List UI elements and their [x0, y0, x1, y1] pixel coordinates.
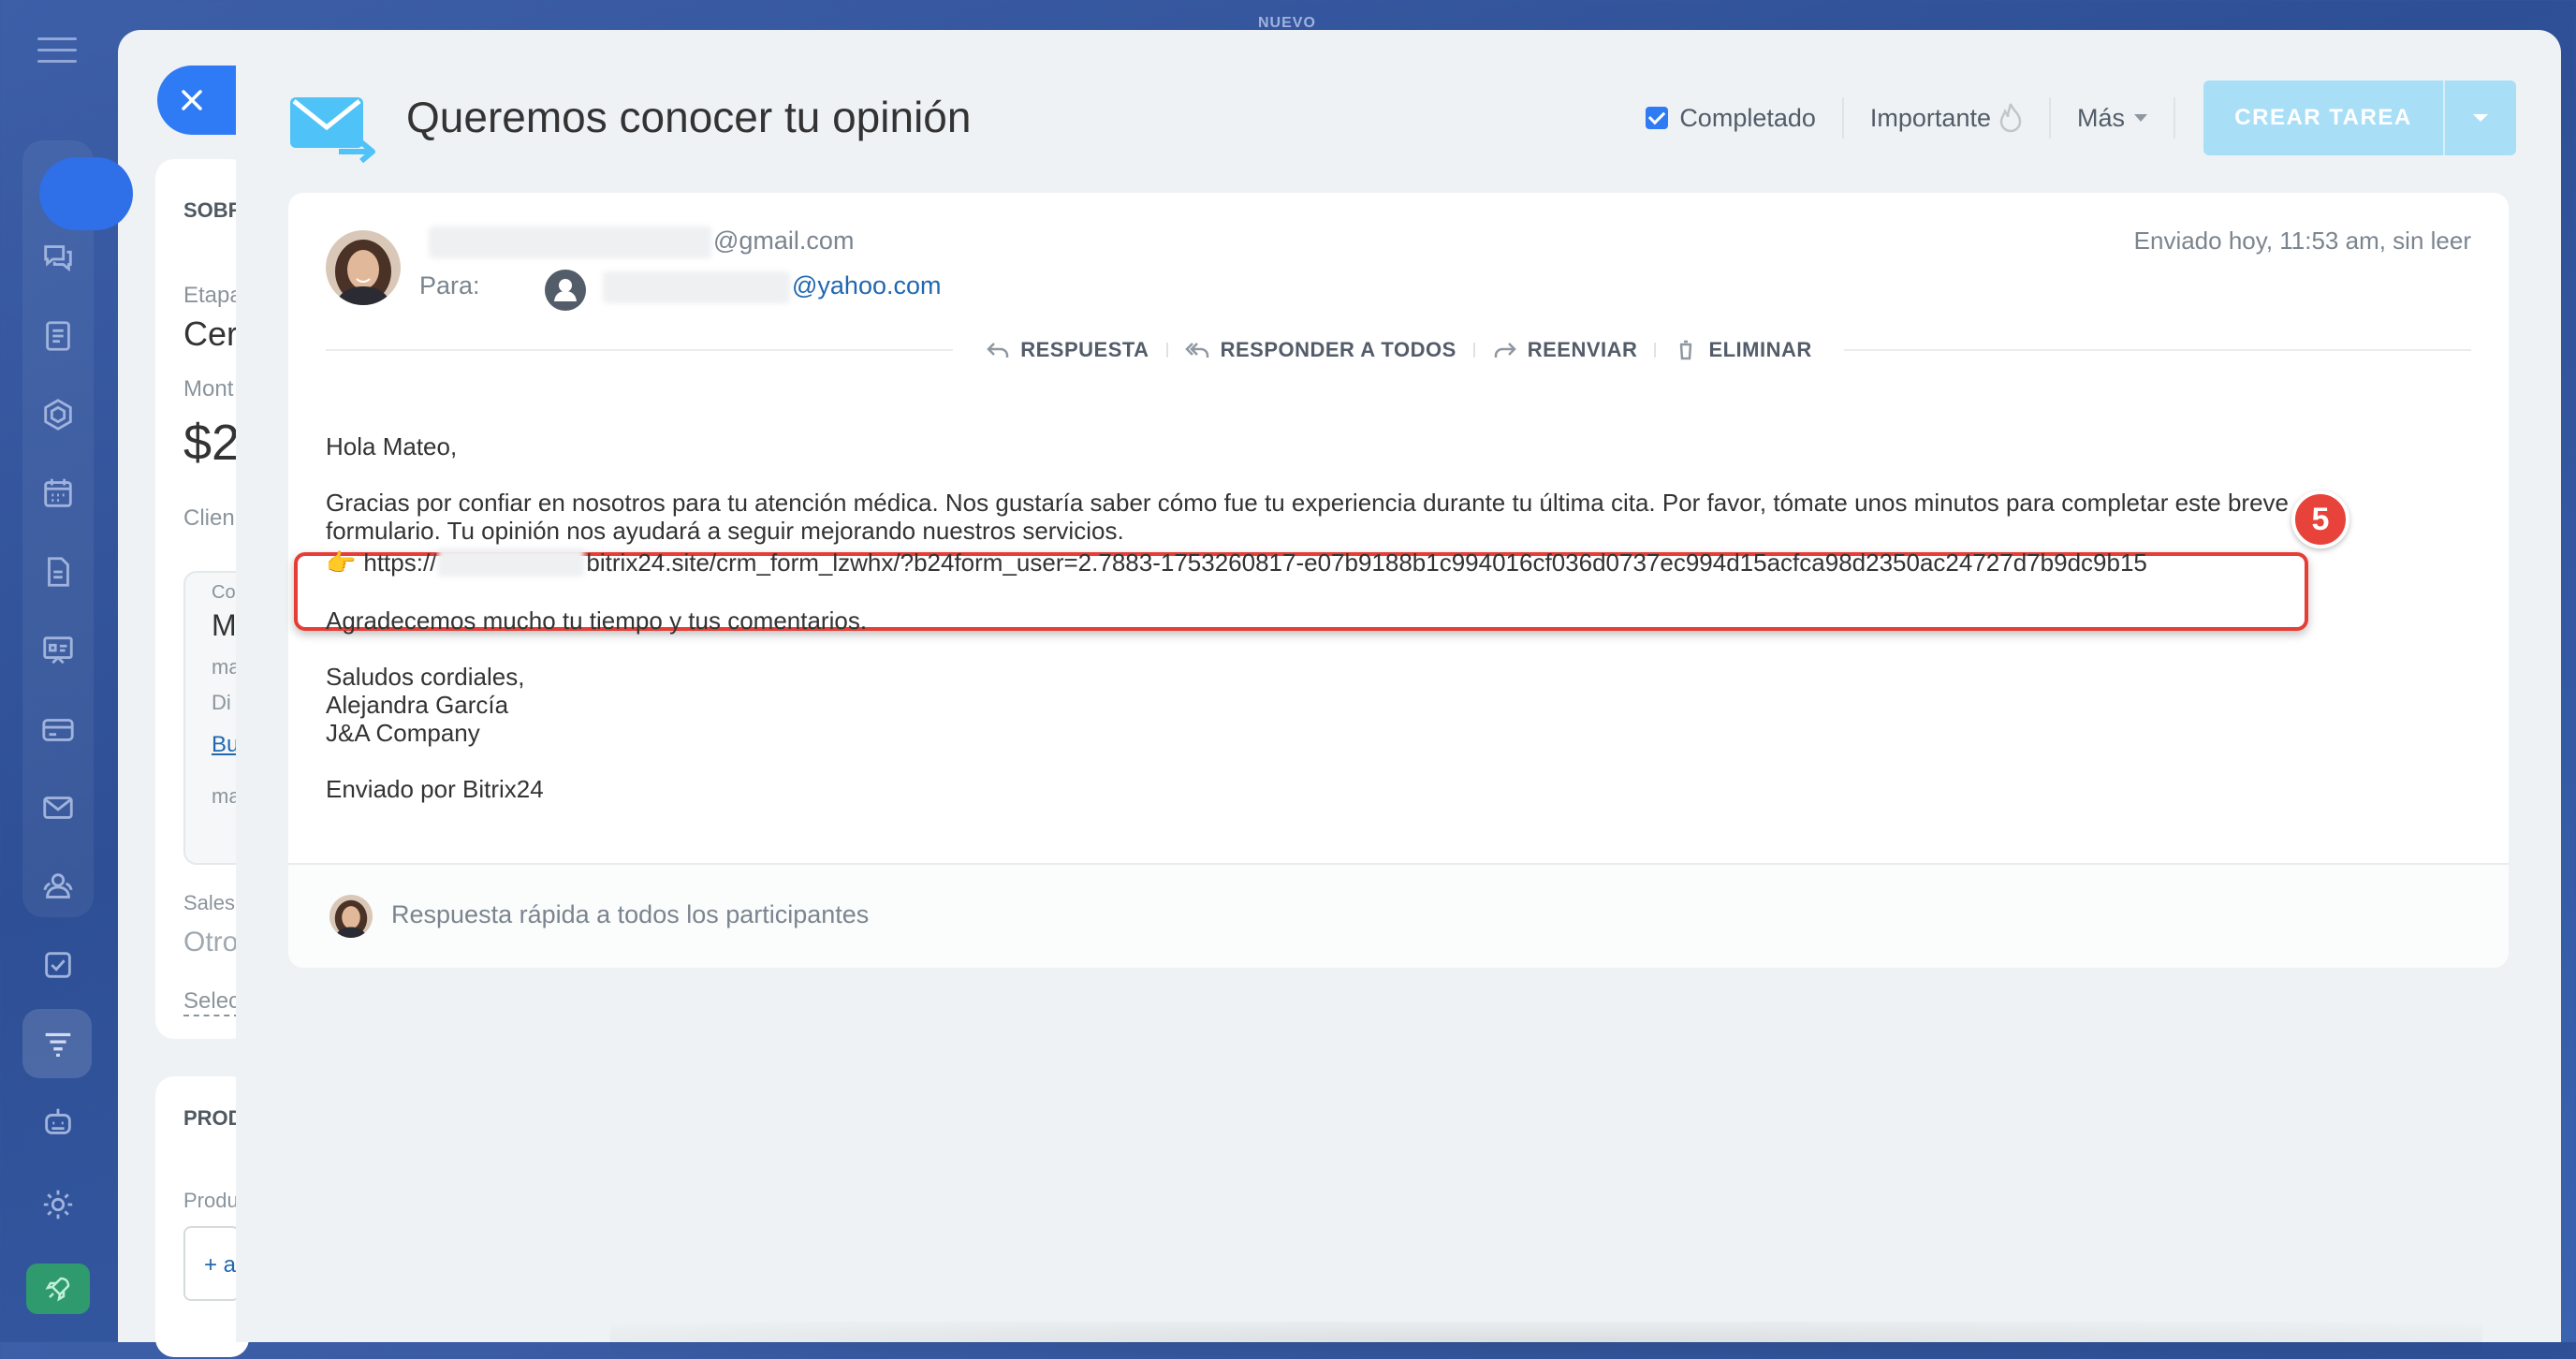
pointing-hand-icon: 👉: [326, 548, 357, 577]
more-label: Más: [2076, 103, 2125, 132]
crm-select-link[interactable]: Selec: [183, 988, 241, 1016]
trash-icon: [1680, 340, 1692, 360]
chevron-down-icon: [2134, 114, 2147, 122]
page-title: Queremos conocer tu opinión: [406, 93, 972, 141]
mail-icon[interactable]: [0, 775, 116, 840]
crm-sales-label: Sales: [183, 891, 236, 914]
email-thanks: Agradecemos mucho tu tiempo y tus coment…: [326, 606, 868, 635]
crm-section-products: PROD: [183, 1106, 243, 1130]
email-closing: Saludos cordiales,: [326, 663, 525, 691]
crm-amount-value: $2: [183, 415, 241, 471]
card-icon[interactable]: [0, 696, 116, 762]
funnel-icon[interactable]: [0, 1009, 116, 1078]
crm-stage-label: Etapa: [183, 283, 242, 308]
crm-contact-link[interactable]: Bu: [212, 732, 239, 758]
form-link-blurred: [438, 548, 585, 577]
email-card: @gmail.com Para: @yahoo.com Enviado hoy,…: [288, 193, 2509, 968]
menu-icon[interactable]: [37, 37, 77, 66]
delete-label: ELIMINAR: [1708, 338, 1812, 361]
create-task-menu-button[interactable]: [2443, 80, 2516, 155]
close-icon: [182, 90, 202, 110]
recipient-user-icon: [545, 270, 586, 311]
rocket-icon[interactable]: [26, 1264, 90, 1314]
quick-reply-placeholder: Respuesta rápida a todos los participant…: [391, 900, 870, 928]
email-greeting: Hola Mateo,: [326, 432, 458, 460]
important-toggle[interactable]: Importante: [1844, 102, 2049, 134]
crm-contact-line2: Di: [212, 691, 231, 714]
important-label: Importante: [1869, 103, 1991, 132]
create-task-button[interactable]: CREAR TAREA: [2203, 80, 2443, 155]
robot-icon[interactable]: [0, 1089, 116, 1155]
reply-all-label: RESPONDER A TODOS: [1220, 338, 1456, 361]
chat-icon[interactable]: [0, 225, 116, 290]
crm-client-label: Clien: [183, 505, 235, 531]
email-outgoing-icon: [290, 97, 375, 164]
email-action-bar: RESPUESTA RESPONDER A TODOS REENVIAR ELI…: [326, 331, 2471, 369]
gear-icon[interactable]: [0, 1172, 116, 1237]
recipient-email-blurred: [603, 271, 790, 303]
forward-button[interactable]: REENVIAR: [1475, 338, 1655, 362]
background-close-button[interactable]: [39, 157, 133, 230]
calendar-icon[interactable]: [0, 460, 116, 526]
forward-icon: [1494, 343, 1516, 358]
forward-label: REENVIAR: [1527, 338, 1638, 361]
create-task-split-button: CREAR TAREA: [2203, 80, 2516, 155]
document-icon[interactable]: [0, 303, 116, 369]
checkbox-checked-icon: [1646, 107, 1669, 129]
crm-product-label: Produ: [183, 1189, 239, 1212]
chevron-down-icon: [2473, 114, 2488, 122]
completed-checkbox[interactable]: Completado: [1646, 104, 1842, 133]
crm-add-product[interactable]: + a: [183, 1226, 240, 1301]
divider: [1843, 349, 2471, 351]
more-dropdown[interactable]: Más: [2051, 104, 2174, 133]
email-actions: RESPUESTA RESPONDER A TODOS REENVIAR ELI…: [953, 338, 1844, 362]
crm-contact-label: Co: [212, 582, 236, 603]
crm-sales-value: Otro: [183, 927, 239, 957]
crm-contact-name: M: [212, 608, 237, 642]
checkbox-icon[interactable]: [0, 932, 116, 998]
reply-button[interactable]: RESPUESTA: [968, 338, 1165, 362]
form-link-url: bitrix24.site/crm_form_lzwhx/?b24form_us…: [586, 548, 2147, 577]
recipient-email-link[interactable]: @yahoo.com: [792, 271, 941, 300]
file-icon[interactable]: [0, 539, 116, 605]
reply-icon: [987, 343, 1009, 358]
recipient-label: Para:: [419, 271, 480, 300]
quick-reply-area[interactable]: Respuesta rápida a todos los participant…: [288, 863, 2509, 968]
form-link[interactable]: 👉 https:// bitrix24.site/crm_form_lzwhx/…: [326, 548, 2147, 577]
reply-label: RESPUESTA: [1020, 338, 1149, 361]
hexagon-icon[interactable]: [0, 382, 116, 447]
email-paragraph-line2: formulario. Tu opinión nos ayudará a seg…: [326, 517, 1124, 545]
email-paragraph-line1: Gracias por confiar en nosotros para tu …: [326, 489, 2289, 517]
email-footer: Enviado por Bitrix24: [326, 775, 544, 803]
divider: [326, 349, 954, 351]
email-slider: Queremos conocer tu opinión Completado I…: [236, 30, 2561, 1359]
header-controls: Completado Importante Más CREAR TAREA: [1646, 80, 2516, 155]
flame-icon: [1999, 103, 2022, 133]
email-company: J&A Company: [326, 719, 480, 747]
presentation-icon[interactable]: [0, 618, 116, 683]
sent-status: Enviado hoy, 11:53 am, sin leer: [2133, 226, 2471, 255]
completed-label: Completado: [1679, 103, 1816, 132]
step-badge: 5: [2291, 490, 2349, 548]
form-link-prefix: https://: [363, 548, 437, 577]
sender-email-blurred: [429, 226, 711, 258]
reply-all-button[interactable]: RESPONDER A TODOS: [1168, 338, 1473, 362]
bottom-shadow: [610, 1322, 2482, 1359]
sender-avatar: [326, 230, 401, 305]
delete-button[interactable]: ELIMINAR: [1656, 338, 1828, 362]
crm-section-about: SOBR: [183, 198, 243, 222]
user-avatar: [329, 895, 373, 938]
crm-amount-label: Mont: [183, 376, 234, 402]
sender-email-domain: @gmail.com: [713, 226, 855, 255]
divider: [2174, 97, 2175, 139]
email-sender-name: Alejandra García: [326, 691, 509, 719]
reply-all-icon: [1184, 343, 1208, 358]
users-icon[interactable]: [0, 854, 116, 919]
